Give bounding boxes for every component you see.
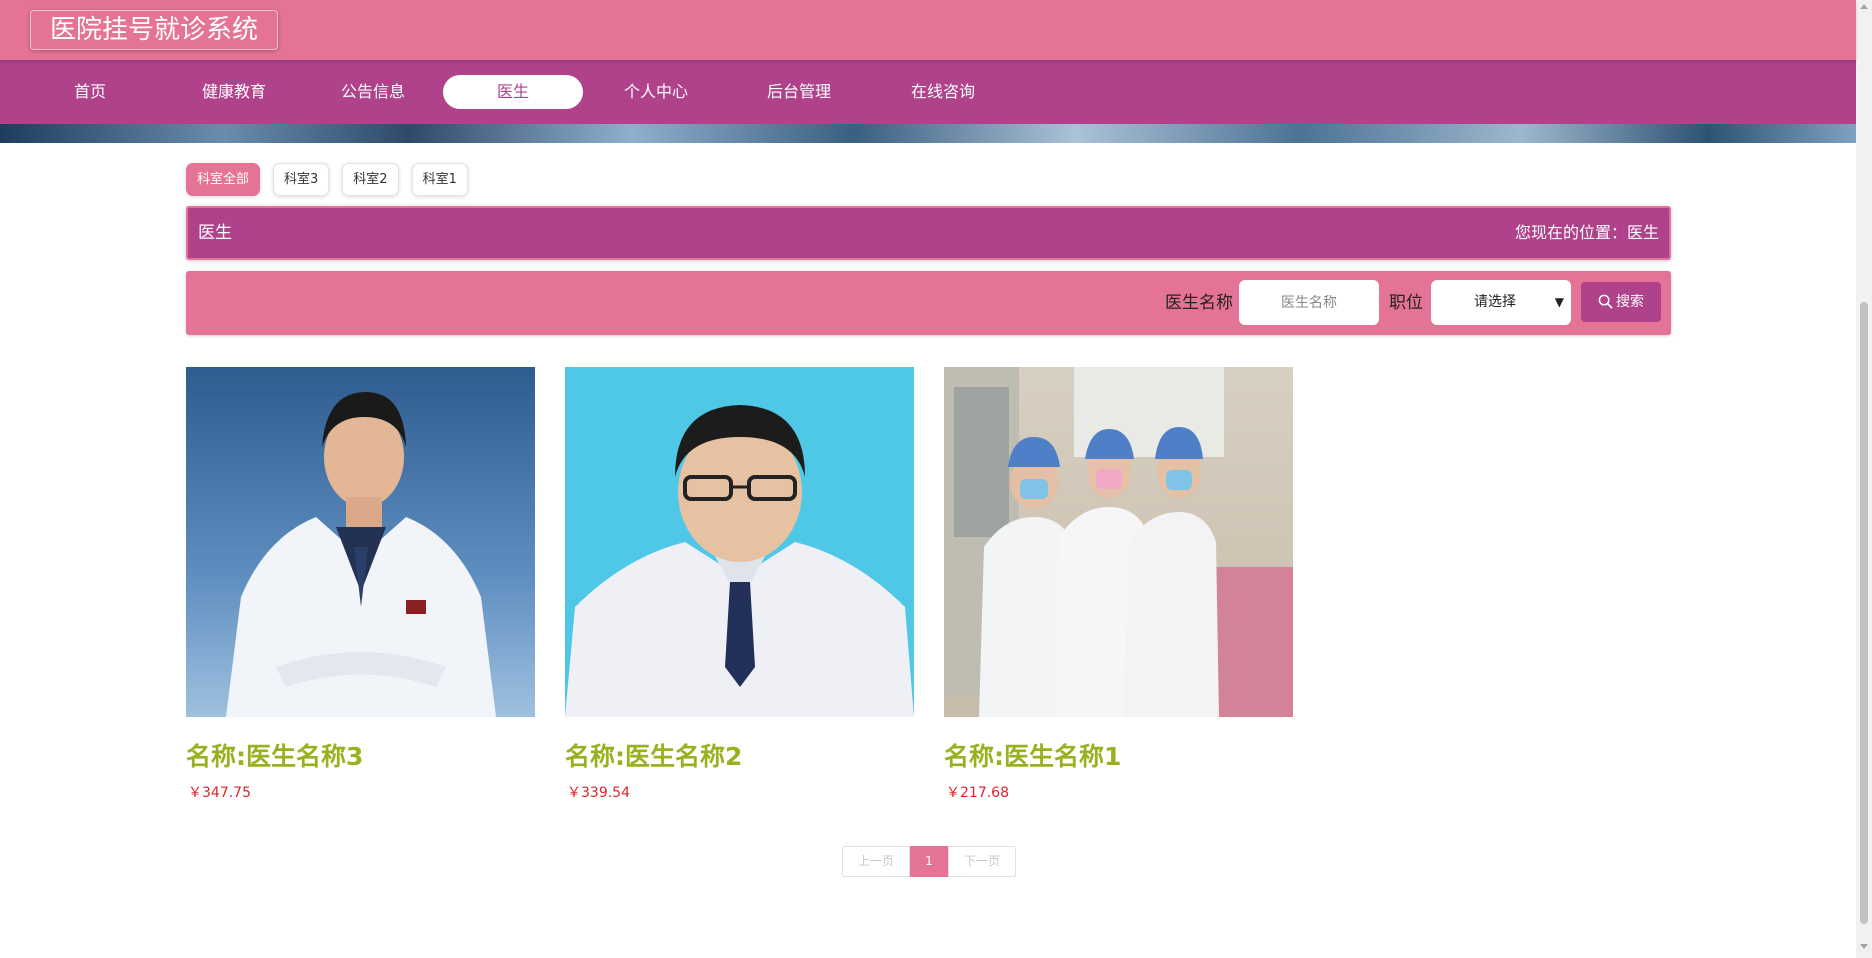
section-title-bar: 医生 您现在的位置：医生 [186, 206, 1671, 260]
position-label: 职位 [1389, 293, 1423, 313]
nav-item-online-consult[interactable]: 在线咨询 [873, 75, 1013, 109]
search-bar: 医生名称 职位 请选择 ▼ 搜索 [186, 271, 1671, 335]
breadcrumb: 您现在的位置：医生 [1514, 223, 1659, 242]
scrollbar-thumb[interactable] [1860, 302, 1868, 924]
doctor-card[interactable]: 名称:医生名称3 ￥347.75 [186, 367, 535, 803]
category-chip-all[interactable]: 科室全部 [186, 163, 261, 196]
doctor-price: ￥347.75 [188, 785, 251, 801]
doctor-photo[interactable] [186, 367, 535, 717]
position-select-value: 请选择 [1474, 294, 1516, 310]
chevron-down-icon: ▼ [1554, 295, 1564, 309]
position-select[interactable]: 请选择 ▼ [1431, 280, 1571, 325]
category-chip-3[interactable]: 科室3 [273, 163, 330, 196]
doctor-name-label: 医生名称 [1165, 293, 1233, 313]
next-page-button[interactable]: 下一页 [948, 846, 1016, 877]
doctor-name[interactable]: 名称:医生名称1 [944, 742, 1293, 772]
search-button[interactable]: 搜索 [1581, 282, 1661, 322]
nav-item-doctors[interactable]: 医生 [443, 75, 583, 109]
doctor-photo[interactable] [944, 367, 1293, 717]
doctor-price: ￥217.68 [946, 785, 1009, 801]
main-nav: 首页 健康教育 公告信息 医生 个人中心 后台管理 在线咨询 [0, 60, 1856, 124]
page: 医院挂号就诊系统 首页 健康教育 公告信息 医生 个人中心 后台管理 在线咨询 … [0, 0, 1872, 958]
category-filter: 科室全部 科室3 科室2 科室1 [186, 163, 468, 196]
header: 医院挂号就诊系统 [0, 0, 1856, 60]
nav-item-health-education[interactable]: 健康教育 [164, 75, 304, 109]
nav-item-personal-center[interactable]: 个人中心 [586, 75, 726, 109]
doctor-card[interactable]: 名称:医生名称2 ￥339.54 [565, 367, 914, 803]
category-chip-2[interactable]: 科室2 [342, 163, 399, 196]
banner-image [0, 124, 1856, 143]
scroll-down-icon[interactable] [1860, 944, 1868, 949]
doctor-price: ￥339.54 [567, 785, 630, 801]
section-title: 医生 [198, 223, 232, 243]
pagination: 上一页 1 下一页 [842, 846, 1016, 877]
search-icon [1598, 294, 1613, 309]
doctor-name[interactable]: 名称:医生名称3 [186, 742, 535, 772]
scroll-up-icon[interactable] [1860, 4, 1868, 9]
search-button-label: 搜索 [1616, 294, 1644, 310]
category-chip-1[interactable]: 科室1 [411, 163, 468, 196]
page-number-button[interactable]: 1 [910, 846, 948, 877]
page-scrollbar[interactable] [1856, 0, 1872, 958]
doctor-name[interactable]: 名称:医生名称2 [565, 742, 914, 772]
nav-item-announcements[interactable]: 公告信息 [303, 75, 443, 109]
nav-item-home[interactable]: 首页 [20, 75, 160, 109]
doctor-card[interactable]: 名称:医生名称1 ￥217.68 [944, 367, 1293, 803]
prev-page-button[interactable]: 上一页 [842, 846, 910, 877]
site-title[interactable]: 医院挂号就诊系统 [30, 10, 279, 50]
nav-item-admin[interactable]: 后台管理 [729, 75, 869, 109]
doctor-photo[interactable] [565, 367, 914, 717]
doctor-name-input[interactable] [1239, 280, 1379, 325]
